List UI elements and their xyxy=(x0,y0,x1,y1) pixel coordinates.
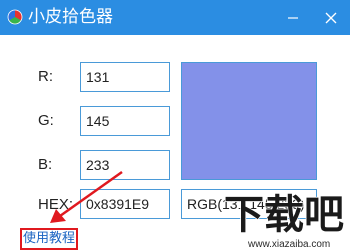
title-bar: 小皮拾色器 xyxy=(0,0,350,35)
g-label: G: xyxy=(38,112,54,129)
minimize-icon xyxy=(288,16,298,19)
hex-label: HEX: xyxy=(38,196,74,213)
close-button[interactable] xyxy=(316,0,346,35)
r-label: R: xyxy=(38,68,53,85)
tutorial-link[interactable]: 使用教程 xyxy=(20,228,79,250)
b-label: B: xyxy=(38,156,53,173)
hex-value-field[interactable]: 0x8391E9 xyxy=(80,189,170,219)
minimize-button[interactable] xyxy=(278,0,308,35)
g-value-field[interactable]: 145 xyxy=(80,106,170,136)
watermark-brand: 下载吧 xyxy=(224,192,344,238)
window-title: 小皮拾色器 xyxy=(28,7,113,27)
watermark-logo: 下载吧 www.xiazaiba.com xyxy=(223,191,345,250)
color-preview-swatch xyxy=(181,62,317,180)
b-value-field[interactable]: 233 xyxy=(80,150,170,180)
r-value-field[interactable]: 131 xyxy=(80,62,170,92)
watermark-url: www.xiazaiba.com xyxy=(247,239,330,250)
color-wheel-icon xyxy=(7,9,23,25)
close-icon xyxy=(325,12,337,23)
